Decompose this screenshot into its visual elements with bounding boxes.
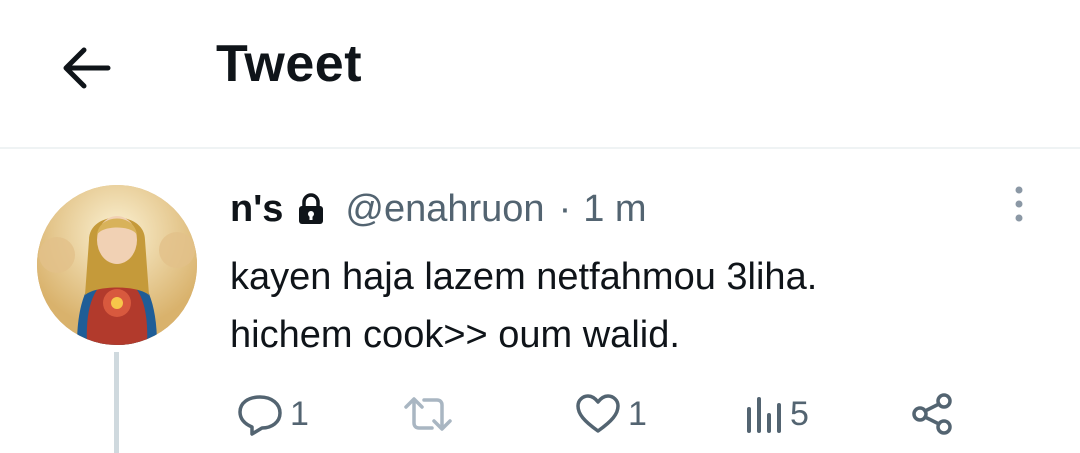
tweet-header: n's @enahruon · 1 m xyxy=(230,186,647,232)
page-title: Tweet xyxy=(216,35,363,93)
reply-count: 1 xyxy=(290,394,309,433)
more-options-button[interactable] xyxy=(1007,186,1031,222)
reply-icon xyxy=(238,395,282,436)
views-chart-icon xyxy=(747,397,781,433)
retweet-button[interactable] xyxy=(398,388,458,440)
back-button[interactable] xyxy=(58,42,114,94)
tweet-actions: 1 1 5 xyxy=(0,388,1080,440)
author-handle[interactable]: @enahruon xyxy=(345,188,544,231)
avatar-image xyxy=(37,185,197,345)
reply-button[interactable]: 1 xyxy=(236,388,309,440)
heart-icon xyxy=(576,394,620,433)
more-vertical-icon xyxy=(1015,186,1023,222)
views-button[interactable]: 5 xyxy=(744,388,809,440)
top-bar: Tweet xyxy=(0,0,1080,148)
share-icon xyxy=(912,393,952,435)
arrow-left-icon xyxy=(63,47,111,89)
tweet-text-line: hichem cook>> oum walid. xyxy=(230,314,680,356)
like-button[interactable]: 1 xyxy=(574,388,647,440)
tweet-text-line: kayen haja lazem netfahmou 3liha. xyxy=(230,256,818,298)
share-button[interactable] xyxy=(908,388,956,440)
like-count: 1 xyxy=(628,394,647,433)
meta-separator: · xyxy=(558,187,572,230)
retweet-icon xyxy=(404,397,452,431)
tweet-time[interactable]: 1 m xyxy=(583,188,646,231)
views-count: 5 xyxy=(790,394,809,433)
avatar[interactable] xyxy=(37,185,197,345)
tweet-text: kayen haja lazem netfahmou 3liha. hichem… xyxy=(230,248,1050,364)
author-name[interactable]: n's xyxy=(230,188,283,231)
lock-icon xyxy=(299,193,324,224)
header-divider xyxy=(0,147,1080,149)
